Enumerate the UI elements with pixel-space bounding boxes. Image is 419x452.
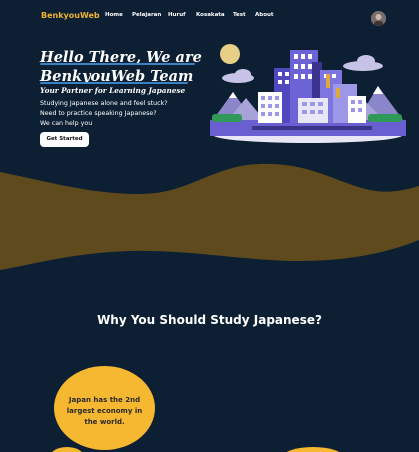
hero-description-line: We can help you — [40, 119, 93, 127]
fact-bubble-partial — [50, 447, 84, 452]
why-section-title: Why You Should Study Japanese? — [97, 313, 322, 327]
title-underline-1 — [40, 63, 195, 65]
user-avatar-icon — [371, 11, 386, 26]
fact-text: Japan has the 2nd largest economy in the… — [66, 396, 143, 426]
title-underline-2 — [40, 82, 188, 84]
hero-description-line: Need to practice speaking Japanese? — [40, 109, 157, 117]
hero-title: Hello There, We are BenkyouWeb Team — [40, 48, 215, 86]
navbar: BenkyouWeb Home Pelajaran Huruf Kosakata… — [0, 0, 419, 34]
nav-link-pelajaran[interactable]: Pelajaran — [132, 12, 161, 18]
hero-description: Studying Japanese alone and feel stuck? … — [40, 99, 210, 128]
nav-link-huruf[interactable]: Huruf — [168, 12, 186, 18]
wave-divider — [0, 163, 419, 270]
nav-link-home[interactable]: Home — [105, 12, 123, 18]
hero-description-line: Studying Japanese alone and feel stuck? — [40, 100, 168, 107]
nav-link-kosakata[interactable]: Kosakata — [196, 12, 225, 18]
user-avatar[interactable] — [371, 11, 386, 26]
nav-link-test[interactable]: Test — [233, 12, 246, 18]
get-started-button[interactable]: Get Started — [40, 132, 89, 147]
city-skyline-illustration — [210, 44, 406, 143]
brand-logo[interactable]: BenkyouWeb — [41, 11, 100, 20]
fact-bubble-partial — [283, 447, 343, 452]
hero-subtitle: Your Partner for Learning Japanese — [40, 86, 186, 95]
nav-link-about[interactable]: About — [255, 12, 274, 18]
